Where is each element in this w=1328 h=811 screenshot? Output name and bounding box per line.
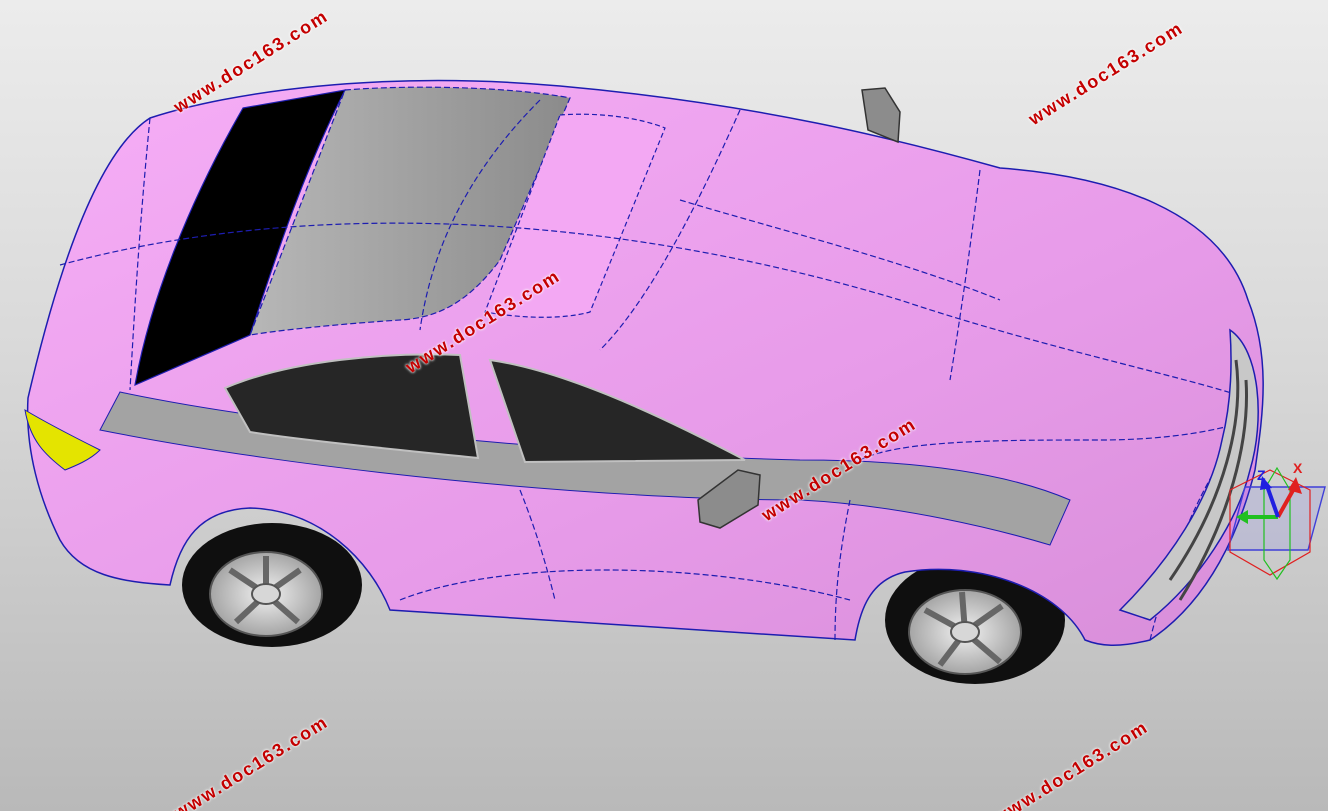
rear-wheel: [182, 523, 362, 647]
car-model-render[interactable]: [0, 0, 1328, 811]
3d-viewport[interactable]: www.doc163.com www.doc163.com www.doc163…: [0, 0, 1328, 811]
